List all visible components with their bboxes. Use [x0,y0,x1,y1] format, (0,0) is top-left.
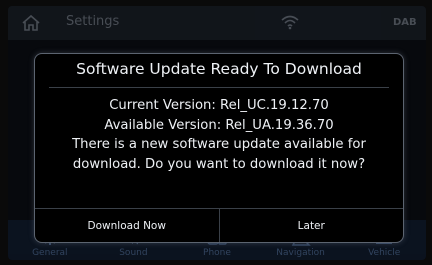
home-icon [22,14,40,31]
page-title: Settings [66,14,120,29]
dialog-divider [49,87,389,88]
nav-label: General [32,248,68,258]
screen-bezel: Settings DAB General Sound Phone Navigat… [0,0,432,265]
software-update-dialog: Software Update Ready To Download Curren… [34,53,404,243]
message-line-2: download. Do you want to download it now… [72,156,366,172]
status-bar: Settings DAB [8,6,426,40]
later-button[interactable]: Later [220,209,404,242]
message-line-1: There is a new software update available… [72,137,366,152]
current-version-text: Current Version: Rel_UC.19.12.70 [109,98,329,113]
nav-label: Navigation [276,248,325,258]
dab-indicator: DAB [393,17,417,28]
nav-label: Vehicle [368,248,401,258]
dialog-body: Current Version: Rel_UC.19.12.70 Availab… [35,96,403,174]
infotainment-screen: Settings DAB General Sound Phone Navigat… [8,6,426,260]
nav-label: Phone [203,248,231,258]
download-now-button[interactable]: Download Now [35,209,219,242]
dialog-actions: Download Now Later [35,208,404,242]
dialog-title: Software Update Ready To Download [76,60,362,78]
home-button[interactable] [8,6,54,40]
nav-label: Sound [119,248,148,258]
available-version-text: Available Version: Rel_UA.19.36.70 [104,117,334,133]
wifi-icon [281,15,299,30]
